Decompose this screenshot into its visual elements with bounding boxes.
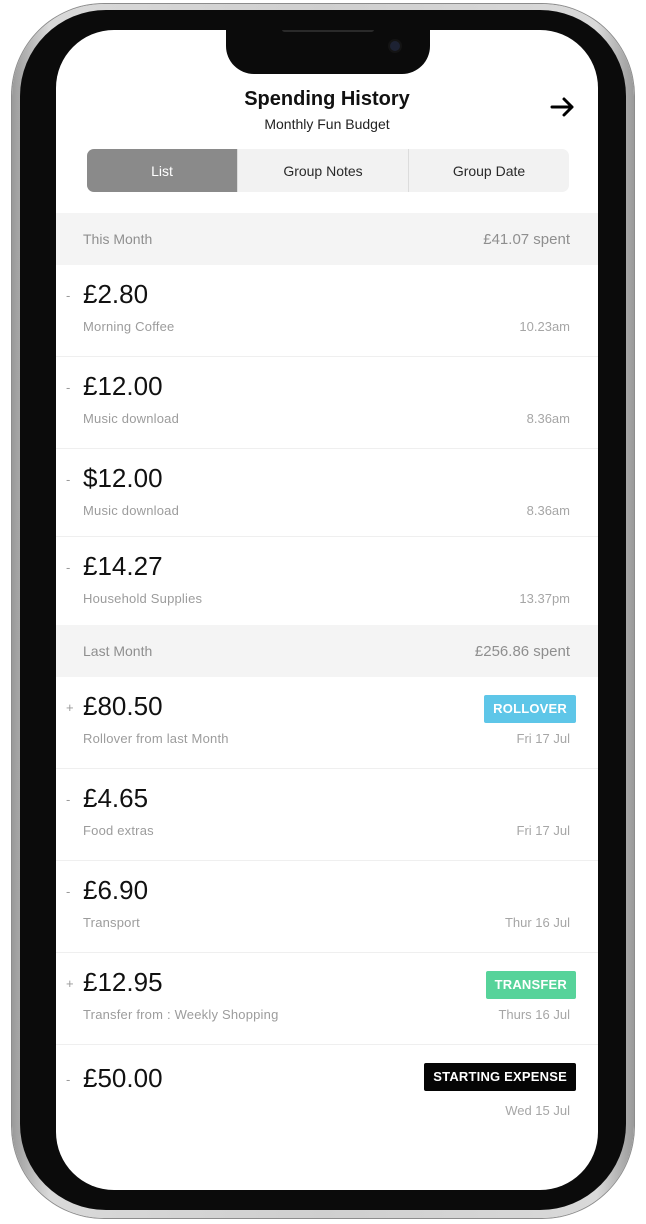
description: Music download xyxy=(83,411,180,426)
transaction-row[interactable]: - £14.27 Household Supplies 13.37pm xyxy=(56,537,598,625)
timestamp: Fri 17 Jul xyxy=(516,731,570,746)
description: Transfer from : Weekly Shopping xyxy=(83,1007,279,1022)
amount: £80.50 xyxy=(83,691,163,721)
tab-group-date[interactable]: Group Date xyxy=(408,149,569,192)
amount-sign: + xyxy=(66,700,74,715)
amount: £12.95 xyxy=(83,967,163,997)
amount-sign: - xyxy=(66,1072,71,1087)
view-segmented-control: List Group Notes Group Date xyxy=(87,149,569,192)
amount: £14.27 xyxy=(83,551,163,581)
amount: £6.90 xyxy=(83,875,149,905)
transaction-row[interactable]: - £6.90 Transport Thur 16 Jul xyxy=(56,861,598,953)
tab-list[interactable]: List xyxy=(87,149,237,192)
timestamp: Fri 17 Jul xyxy=(516,823,570,838)
description: Morning Coffee xyxy=(83,319,175,334)
page-title: Spending History xyxy=(244,88,410,110)
transaction-row[interactable]: - £12.00 Music download 8.36am xyxy=(56,357,598,449)
section-label: Last Month xyxy=(83,643,153,659)
transaction-row[interactable]: - £2.80 Morning Coffee 10.23am xyxy=(56,265,598,357)
transaction-list: This Month £41.07 spent - £2.80 Morning … xyxy=(56,213,598,1137)
transaction-row[interactable]: + £80.50 ROLLOVER Rollover from last Mon… xyxy=(56,677,598,769)
timestamp: 8.36am xyxy=(526,503,570,518)
amount: £4.65 xyxy=(83,783,149,813)
section-label: This Month xyxy=(83,231,153,247)
transaction-row[interactable]: - $12.00 Music download 8.36am xyxy=(56,449,598,537)
rollover-badge: ROLLOVER xyxy=(484,695,576,723)
description: Rollover from last Month xyxy=(83,731,229,746)
description: Food extras xyxy=(83,823,154,838)
timestamp: Thur 16 Jul xyxy=(504,915,570,930)
page-subtitle: Monthly Fun Budget xyxy=(264,116,390,132)
amount: £12.00 xyxy=(83,371,163,401)
next-button[interactable] xyxy=(550,96,576,118)
arrow-right-icon xyxy=(550,97,574,117)
speaker-grille xyxy=(282,30,374,32)
section-header-last-month: Last Month £256.86 spent xyxy=(56,625,598,677)
camera-icon xyxy=(390,41,400,51)
notch xyxy=(226,30,430,74)
amount: £2.80 xyxy=(83,279,149,309)
timestamp: 10.23am xyxy=(519,319,570,334)
amount: £50.00 xyxy=(83,1063,163,1093)
section-total: £256.86 spent xyxy=(474,642,570,660)
description: Transport xyxy=(83,915,140,930)
amount-sign: - xyxy=(66,472,71,487)
amount-sign: - xyxy=(66,380,71,395)
amount-sign: + xyxy=(66,976,74,991)
timestamp: 13.37pm xyxy=(519,591,570,606)
starting-expense-badge: STARTING EXPENSE xyxy=(424,1063,576,1091)
transfer-badge: TRANSFER xyxy=(485,971,576,999)
transaction-row[interactable]: - £4.65 Food extras Fri 17 Jul xyxy=(56,769,598,861)
transaction-row[interactable]: - £50.00 STARTING EXPENSE Wed 15 Jul xyxy=(56,1045,598,1137)
section-header-this-month: This Month £41.07 spent xyxy=(56,213,598,265)
transaction-row[interactable]: + £12.95 TRANSFER Transfer from : Weekly… xyxy=(56,953,598,1045)
timestamp: Wed 15 Jul xyxy=(505,1103,570,1118)
tab-group-notes[interactable]: Group Notes xyxy=(237,149,408,192)
section-total: £41.07 spent xyxy=(483,230,570,248)
amount-sign: - xyxy=(66,288,71,303)
timestamp: Thurs 16 Jul xyxy=(498,1007,570,1022)
app-screen: Spending History Monthly Fun Budget List… xyxy=(56,30,598,1190)
amount-sign: - xyxy=(66,560,71,575)
description: Household Supplies xyxy=(83,591,203,606)
amount: $12.00 xyxy=(83,463,163,493)
description: Music download xyxy=(83,503,180,518)
timestamp: 8.36am xyxy=(526,411,570,426)
amount-sign: - xyxy=(66,792,71,807)
amount-sign: - xyxy=(66,884,71,899)
